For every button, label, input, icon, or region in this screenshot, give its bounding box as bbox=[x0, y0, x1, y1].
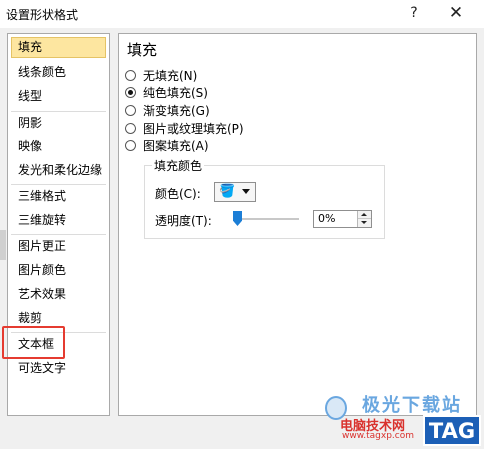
fill-color-group: 填充颜色 颜色(C): 🪣 透明度(T): 0% bbox=[144, 157, 385, 239]
nav-divider bbox=[11, 234, 106, 235]
radio-button[interactable] bbox=[125, 69, 136, 81]
group-title: 填充颜色 bbox=[152, 157, 205, 174]
watermark-url: www.tagxp.com bbox=[342, 431, 414, 441]
dialog-title: 设置形状格式 bbox=[6, 8, 79, 22]
transparency-spinner[interactable]: 0% bbox=[313, 210, 372, 228]
transparency-label: 透明度(T): bbox=[155, 214, 212, 228]
highlight-annotation bbox=[2, 326, 65, 359]
radio-gradient-fill[interactable]: 渐变填充(G) bbox=[125, 102, 210, 118]
radio-label: 渐变填充(G) bbox=[143, 103, 210, 118]
watermark-brand: 极光下载站 bbox=[362, 395, 462, 416]
nav-divider bbox=[11, 184, 106, 185]
radio-button[interactable] bbox=[125, 139, 136, 151]
nav-item-alt-text[interactable]: 可选文字 bbox=[11, 358, 106, 379]
section-title: 填充 bbox=[127, 41, 158, 59]
nav-item-3d-format[interactable]: 三维格式 bbox=[11, 186, 106, 207]
radio-label: 无填充(N) bbox=[143, 68, 198, 83]
radio-pattern-fill[interactable]: 图案填充(A) bbox=[125, 137, 209, 153]
radio-button[interactable] bbox=[125, 122, 136, 134]
nav-item-artistic-effects[interactable]: 艺术效果 bbox=[11, 284, 106, 305]
watermark-tag: TAG bbox=[423, 415, 481, 446]
title-bar: 设置形状格式 ? ✕ bbox=[0, 0, 484, 28]
nav-item-line-style[interactable]: 线型 bbox=[11, 86, 106, 107]
spinner-buttons bbox=[357, 211, 371, 227]
nav-divider bbox=[11, 111, 106, 112]
transparency-slider-thumb[interactable] bbox=[233, 211, 242, 226]
nav-item-shadow[interactable]: 阴影 bbox=[11, 113, 106, 134]
radio-button-checked[interactable] bbox=[125, 86, 136, 98]
radio-button[interactable] bbox=[125, 104, 136, 116]
paint-bucket-icon: 🪣 bbox=[219, 184, 236, 199]
background-window-edge bbox=[0, 230, 6, 260]
chevron-down-icon bbox=[242, 189, 250, 194]
fill-settings-panel: 填充 无填充(N) 纯色填充(S) 渐变填充(G) 图片或纹理填充(P) 图案填… bbox=[118, 33, 477, 416]
close-button[interactable]: ✕ bbox=[443, 1, 469, 25]
color-label: 颜色(C): bbox=[155, 187, 201, 201]
spinner-down-icon[interactable] bbox=[358, 219, 371, 227]
nav-item-line-color[interactable]: 线条颜色 bbox=[11, 62, 106, 83]
nav-item-reflection[interactable]: 映像 bbox=[11, 136, 106, 157]
radio-solid-fill[interactable]: 纯色填充(S) bbox=[125, 84, 208, 100]
radio-picture-texture-fill[interactable]: 图片或纹理填充(P) bbox=[125, 120, 244, 136]
radio-label: 图片或纹理填充(P) bbox=[143, 121, 244, 136]
nav-item-fill[interactable]: 填充 bbox=[11, 37, 106, 58]
nav-item-3d-rotation[interactable]: 三维旋转 bbox=[11, 210, 106, 231]
spinner-up-icon[interactable] bbox=[358, 211, 371, 219]
nav-item-glow[interactable]: 发光和柔化边缘 bbox=[11, 160, 106, 181]
radio-label: 图案填充(A) bbox=[143, 138, 209, 153]
nav-item-picture-corrections[interactable]: 图片更正 bbox=[11, 236, 106, 257]
transparency-value[interactable]: 0% bbox=[318, 212, 335, 225]
help-button[interactable]: ? bbox=[401, 1, 427, 25]
color-picker-button[interactable]: 🪣 bbox=[214, 182, 256, 202]
nav-item-picture-color[interactable]: 图片颜色 bbox=[11, 260, 106, 281]
radio-label: 纯色填充(S) bbox=[143, 85, 208, 100]
radio-no-fill[interactable]: 无填充(N) bbox=[125, 67, 197, 83]
transparency-slider-track[interactable] bbox=[237, 218, 299, 220]
